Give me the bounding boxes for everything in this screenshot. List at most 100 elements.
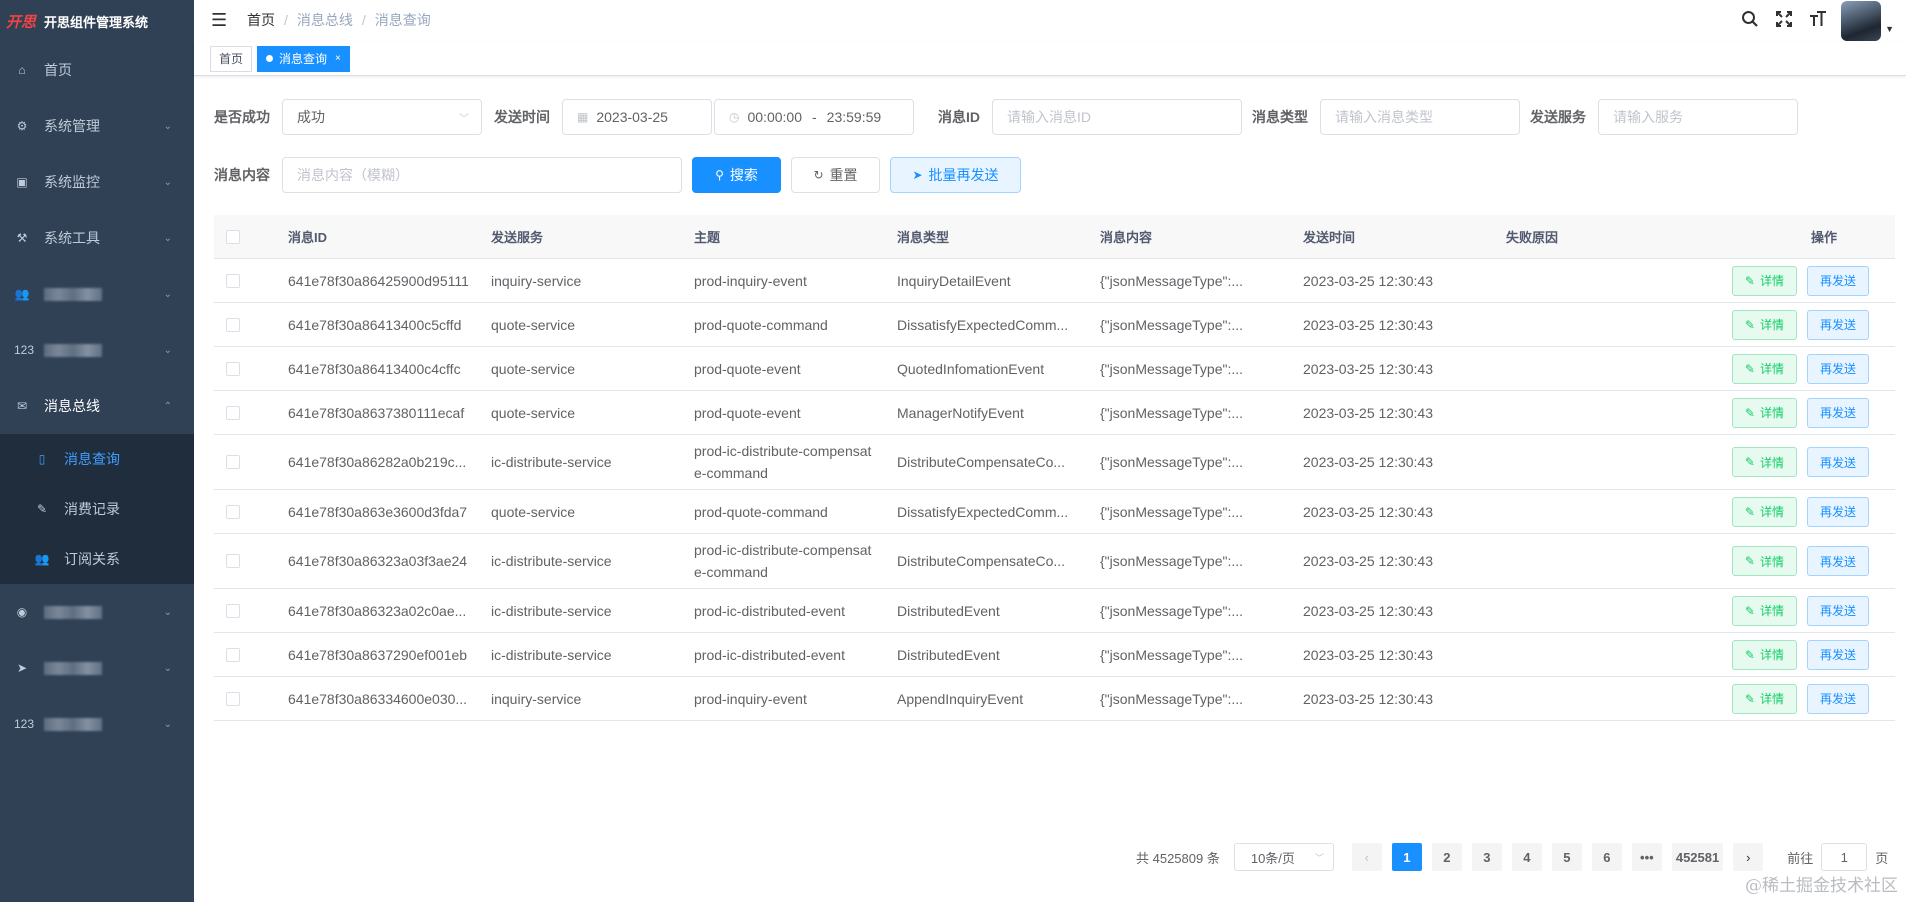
edit-icon: ✎ xyxy=(1744,691,1755,706)
resend-button[interactable]: 再发送 xyxy=(1806,496,1869,527)
detail-button[interactable]: ✎ 详情 xyxy=(1731,309,1797,340)
resend-button[interactable]: 再发送 xyxy=(1806,546,1869,576)
resend-button[interactable]: 再发送 xyxy=(1806,397,1869,428)
breadcrumb-home[interactable]: 首页 xyxy=(247,10,275,30)
submenu: ▯ 消息查询 ✎ 消费记录 👥 订阅关系 xyxy=(0,434,194,584)
resend-button[interactable]: 再发送 xyxy=(1806,265,1869,296)
detail-button[interactable]: ✎ 详情 xyxy=(1731,639,1797,670)
logo[interactable]: 开思 开思组件管理系统 xyxy=(0,0,194,42)
page-number[interactable]: 2 xyxy=(1431,843,1462,871)
more-pages-button[interactable]: ••• xyxy=(1631,843,1662,871)
resend-button[interactable]: 再发送 xyxy=(1806,639,1869,670)
cell-topic: prod-quote-event xyxy=(694,404,801,421)
msgtype-input[interactable]: 请输入消息类型 xyxy=(1320,99,1520,135)
page-number[interactable]: 4 xyxy=(1511,843,1542,871)
content-input[interactable]: 消息内容（模糊） xyxy=(282,157,682,193)
prev-page-button[interactable]: ‹ xyxy=(1351,843,1382,871)
sidebar-item-blurred[interactable]: ➤ ⌄ xyxy=(0,640,194,696)
search-icon[interactable] xyxy=(1733,10,1767,33)
page-number[interactable]: 1 xyxy=(1391,843,1422,871)
row-checkbox-cell xyxy=(214,647,278,662)
submenu-item-2[interactable]: 👥 订阅关系 xyxy=(0,534,194,584)
detail-button[interactable]: ✎ 详情 xyxy=(1731,397,1797,428)
sidebar-item-1[interactable]: ⚙ 系统管理 ⌄ xyxy=(0,98,194,154)
detail-button[interactable]: ✎ 详情 xyxy=(1731,353,1797,384)
sidebar-item-2[interactable]: ▣ 系统监控 ⌄ xyxy=(0,154,194,210)
row-checkbox[interactable] xyxy=(226,455,240,469)
submenu-item-0[interactable]: ▯ 消息查询 xyxy=(0,434,194,484)
row-checkbox[interactable] xyxy=(226,405,240,420)
date-picker[interactable]: ▦ 2023-03-25 xyxy=(562,99,712,135)
page-number[interactable]: 6 xyxy=(1591,843,1622,871)
cell-operations: ✎ 详情 再发送 xyxy=(1699,397,1895,428)
cell-topic: prod-inquiry-event xyxy=(694,690,807,707)
cell-operations: ✎ 详情 再发送 xyxy=(1699,595,1895,626)
row-checkbox[interactable] xyxy=(226,361,240,376)
date-value: 2023-03-25 xyxy=(596,109,668,125)
resend-button[interactable]: 再发送 xyxy=(1806,595,1869,626)
msgid-input[interactable]: 请输入消息ID xyxy=(992,99,1242,135)
submenu-item-1[interactable]: ✎ 消费记录 xyxy=(0,484,194,534)
last-page-button[interactable]: 452581 xyxy=(1671,843,1724,871)
cell-type: ManagerNotifyEvent xyxy=(897,404,1024,421)
cell-time: 2023-03-25 12:30:43 xyxy=(1303,360,1433,377)
detail-button[interactable]: ✎ 详情 xyxy=(1731,265,1797,296)
detail-button[interactable]: ✎ 详情 xyxy=(1731,496,1797,527)
resend-button[interactable]: 再发送 xyxy=(1806,683,1869,714)
sidebar-item-3[interactable]: ⚒ 系统工具 ⌄ xyxy=(0,210,194,266)
search-button-label: 搜索 xyxy=(729,167,758,183)
tag-message-query[interactable]: 消息查询 × xyxy=(257,45,350,72)
sidebar-item-blurred[interactable]: 👥 ⌄ xyxy=(0,266,194,322)
search-button[interactable]: ⚲ 搜索 xyxy=(692,157,781,193)
row-checkbox[interactable] xyxy=(226,647,240,662)
cell-time: 2023-03-25 12:30:43 xyxy=(1303,602,1433,619)
caret-down-icon[interactable]: ▼ xyxy=(1885,24,1894,34)
reset-button[interactable]: ↻ 重置 xyxy=(791,157,880,193)
blurred-menu-label xyxy=(44,605,102,619)
cell-operations: ✎ 详情 再发送 xyxy=(1699,546,1895,576)
cell-topic: prod-ic-distributed-event xyxy=(694,602,845,619)
sidebar-item-0[interactable]: ⌂ 首页 xyxy=(0,42,194,98)
goto-input[interactable]: 1 xyxy=(1821,843,1868,871)
detail-button[interactable]: ✎ 详情 xyxy=(1731,683,1797,714)
tag-home[interactable]: 首页 xyxy=(210,45,253,72)
page-size-select[interactable]: 10条/页 ﹀ xyxy=(1233,843,1334,871)
resend-button[interactable]: 再发送 xyxy=(1806,447,1869,477)
detail-button[interactable]: ✎ 详情 xyxy=(1731,447,1797,477)
batch-resend-button[interactable]: ➤ 批量再发送 xyxy=(890,157,1021,193)
filter-row-1: 是否成功 成功 ﹀ 发送时间 ▦ 2023-03-25 ◷ 00:00:00 -… xyxy=(214,99,1798,135)
row-checkbox[interactable] xyxy=(226,504,240,519)
cell-type: DistributedEvent xyxy=(897,646,1000,663)
page-number[interactable]: 5 xyxy=(1551,843,1582,871)
detail-button[interactable]: ✎ 详情 xyxy=(1731,595,1797,626)
sidebar-item-blurred[interactable]: 123 ⌄ xyxy=(0,696,194,752)
search-icon: ⚲ xyxy=(715,168,724,182)
detail-button[interactable]: ✎ 详情 xyxy=(1731,546,1797,576)
next-page-button[interactable]: › xyxy=(1733,843,1764,871)
sidebar-item-blurred[interactable]: ◉ ⌄ xyxy=(0,584,194,640)
page-number[interactable]: 3 xyxy=(1471,843,1502,871)
close-icon[interactable]: × xyxy=(335,47,341,71)
fullscreen-icon[interactable] xyxy=(1767,10,1801,33)
watermark: @稀土掘金技术社区 xyxy=(1745,876,1898,896)
tags-view: 首页 消息查询 × xyxy=(194,42,1906,76)
success-select[interactable]: 成功 ﹀ xyxy=(282,99,482,135)
row-checkbox[interactable] xyxy=(226,273,240,288)
avatar[interactable] xyxy=(1841,1,1882,41)
row-checkbox[interactable] xyxy=(226,317,240,332)
goto-prefix: 前往 xyxy=(1787,850,1814,866)
hamburger-icon[interactable]: ☰ xyxy=(211,10,227,31)
sidebar-item-blurred[interactable]: 123 ⌄ xyxy=(0,322,194,378)
time-range-picker[interactable]: ◷ 00:00:00 - 23:59:59 xyxy=(714,99,914,135)
cell-type: DistributeCompensateCo... xyxy=(897,454,1066,470)
cell-content: {"jsonMessageType":... xyxy=(1100,553,1244,569)
service-input[interactable]: 请输入服务 xyxy=(1598,99,1798,135)
select-all-checkbox[interactable] xyxy=(226,229,240,244)
font-size-icon[interactable] xyxy=(1801,10,1835,33)
row-checkbox[interactable] xyxy=(226,603,240,618)
sidebar-item-message-bus[interactable]: ✉ 消息总线 ⌃ xyxy=(0,378,194,434)
row-checkbox[interactable] xyxy=(226,554,240,568)
resend-button[interactable]: 再发送 xyxy=(1806,309,1869,340)
resend-button[interactable]: 再发送 xyxy=(1806,353,1869,384)
row-checkbox[interactable] xyxy=(226,691,240,706)
